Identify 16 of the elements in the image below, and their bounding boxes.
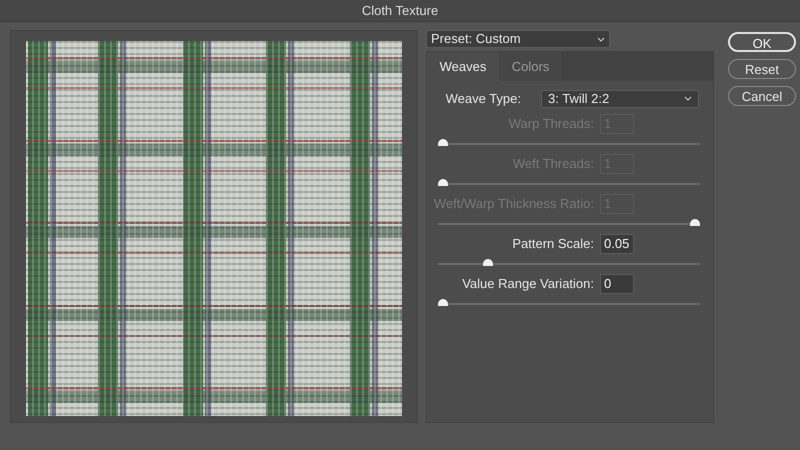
slider-label: Value Range Variation:: [462, 274, 594, 293]
slider-thumb[interactable]: [483, 258, 494, 266]
value-field[interactable]: 0: [600, 274, 634, 294]
dialog-button[interactable]: Reset: [728, 59, 796, 79]
value-field[interactable]: 0.05: [600, 234, 634, 254]
slider-thumb[interactable]: [438, 298, 448, 306]
tab[interactable]: Weaves: [427, 52, 499, 81]
chevron-icon: [597, 36, 605, 42]
dialog-button[interactable]: Cancel: [728, 86, 796, 106]
chevron-icon: [684, 96, 692, 102]
dialog-button[interactable]: OK: [728, 32, 796, 52]
slider-label: Pattern Scale:: [512, 234, 594, 253]
weave-type-label: Weave Type:: [445, 90, 522, 108]
preset-dropdown[interactable]: Preset: Custom: [426, 30, 610, 48]
weave-type-dropdown[interactable]: 3: Twill 2:2: [541, 90, 699, 108]
window-title: Cloth Texture: [362, 2, 438, 20]
